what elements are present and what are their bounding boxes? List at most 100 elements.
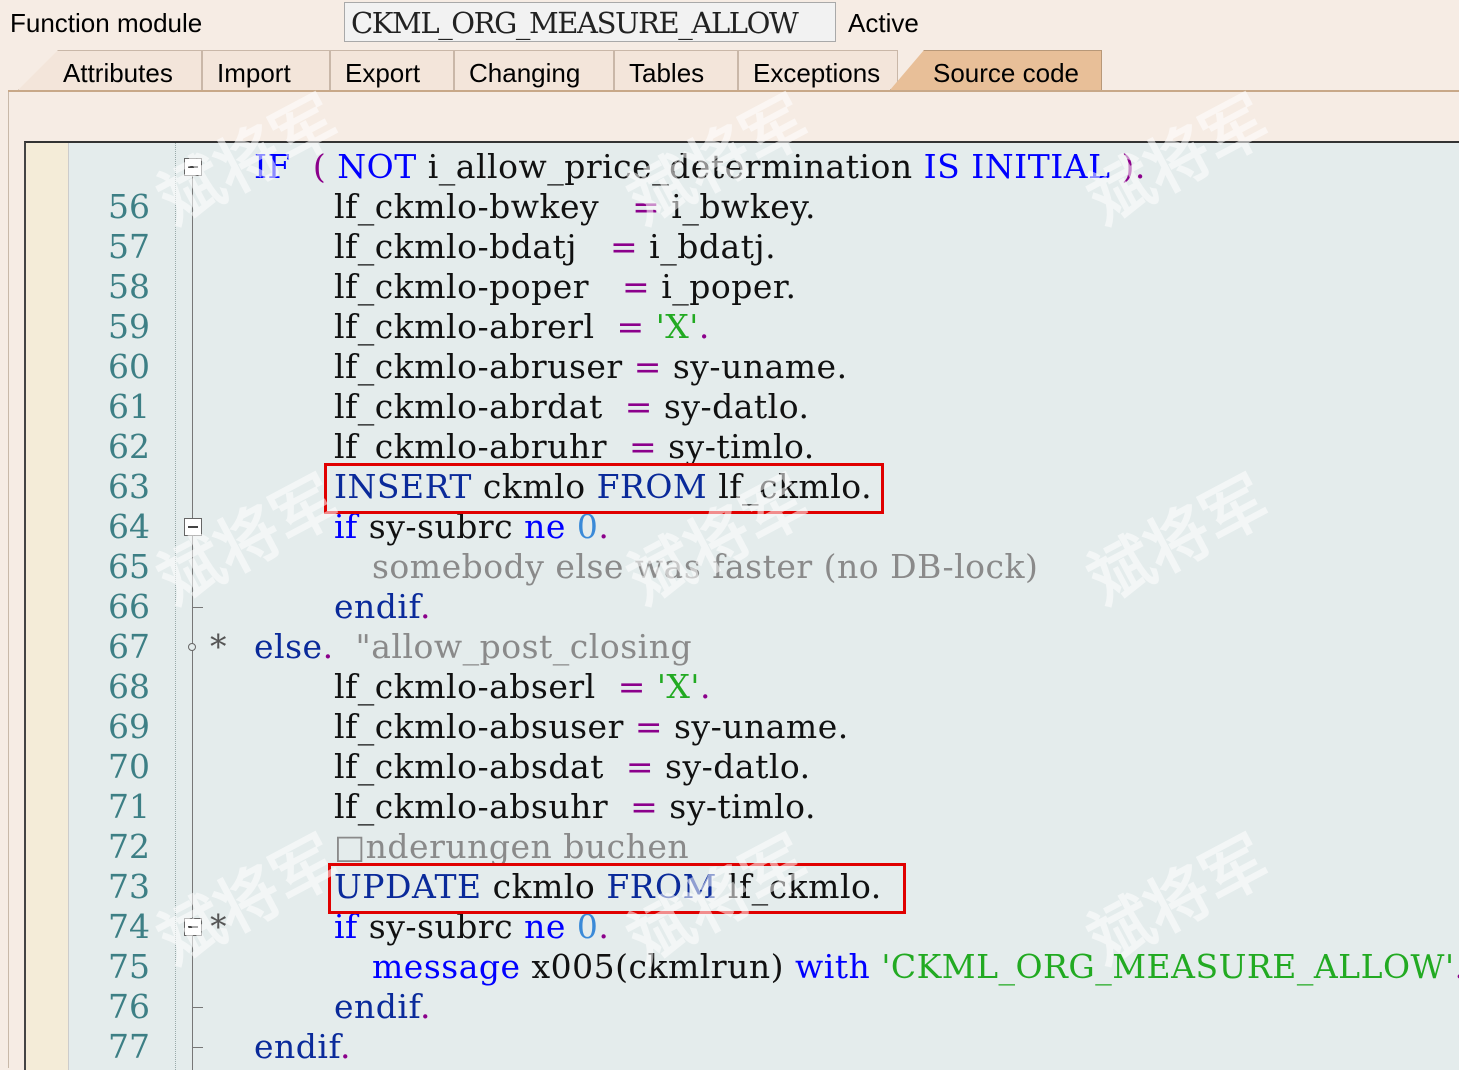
identifier-token: lf_ckmlo-poper (334, 267, 590, 306)
identifier-token: lf_ckmlo-abruser (334, 347, 623, 386)
operator-token: = (633, 347, 662, 386)
code-text: lf_ckmlo-absuhr = sy-timlo. (334, 787, 816, 827)
operator-token: = (628, 427, 658, 466)
operator-token: ). (1121, 147, 1146, 186)
identifier-token: lf_ckmlo-bwkey (334, 187, 600, 226)
keyword-token: IS (923, 147, 961, 186)
tab-source-code[interactable]: Source code (890, 50, 1102, 90)
code-line: 58 lf_ckmlo-bdatj = i_bdatj. (26, 227, 1459, 306)
code-line: 61 lf_ckmlo-abruser = sy-uname. (26, 347, 1459, 426)
code-text: endif. (254, 1027, 351, 1067)
identifier-token: sy-datlo. (663, 387, 810, 426)
code-line: 60 lf_ckmlo-abrerl = 'X'. (26, 307, 1459, 386)
tab-label: Exceptions (753, 58, 881, 88)
identifier-token: lf_ckmlo-absdat (334, 747, 604, 786)
code-text: else. "allow_post_closing (254, 627, 692, 667)
keyword-token: endif (334, 987, 420, 1026)
tab-label: Import (217, 58, 291, 88)
keyword-token: NOT (337, 147, 417, 186)
fold-branch-icon (188, 643, 196, 651)
identifier-token: i_bwkey. (671, 187, 816, 226)
operator-token: . (420, 587, 431, 626)
code-line: 76 message x005(ckmlrun) with 'CKML_ORG_… (26, 947, 1459, 1026)
comment-text: somebody else was faster (no DB-lock) (372, 547, 1039, 586)
code-line: 69 lf_ckmlo-abserl = 'X'. (26, 667, 1459, 746)
function-module-name-field[interactable]: CKML_ORG_MEASURE_ALLOW (344, 2, 836, 42)
code-line: 68 else. "allow_post_closing (26, 627, 1459, 706)
fold-toggle-icon[interactable] (184, 918, 202, 936)
operator-token: . (322, 627, 334, 666)
tab-tables[interactable]: Tables (614, 50, 738, 90)
code-text: lf_ckmlo-absuser = sy-uname. (334, 707, 849, 747)
identifier-token: sy-datlo. (665, 747, 811, 786)
code-text: endif. (334, 987, 431, 1027)
code-text: lf_ckmlo-abruser = sy-uname. (334, 347, 848, 387)
operator-token: . (340, 1027, 351, 1066)
operator-token: . (699, 667, 711, 706)
code-text: lf_ckmlo-bwkey = i_bwkey. (334, 187, 816, 227)
code-line: 77 endif. (26, 987, 1459, 1066)
identifier-token: lf_ckmlo-absuser (334, 707, 624, 746)
fold-end-tick (193, 607, 203, 608)
code-text: endif. (334, 587, 431, 627)
operator-token: = (616, 307, 645, 346)
code-text: lf_ckmlo-abrdat = sy-datlo. (334, 387, 810, 427)
tab-label: Tables (629, 58, 705, 88)
identifier-token: lf_ckmlo-abrdat (334, 387, 603, 426)
tab-import[interactable]: Import (202, 50, 330, 90)
operator-token: = (617, 667, 646, 706)
identifier-token: sy-timlo. (668, 427, 815, 466)
identifier-token: lf_ckmlo-abrerl (334, 307, 595, 346)
string-literal: 'CKML_ORG_MEASURE_ALLOW' (881, 947, 1455, 986)
code-line: 78 endif. (26, 1027, 1459, 1070)
comment-text: "allow_post_closing (355, 627, 693, 666)
tab-strip: Attributes Import Export Changing Tables… (0, 48, 1459, 92)
identifier-token: i_poper. (661, 267, 797, 306)
source-code-editor[interactable]: 56 IF ( NOT i_allow_price_determination … (24, 141, 1459, 1070)
tab-exceptions[interactable]: Exceptions (738, 50, 898, 90)
header: Function module CKML_ORG_MEASURE_ALLOW A… (0, 0, 1459, 48)
identifier-token: sy-timlo. (669, 787, 816, 826)
operator-token: = (610, 227, 639, 266)
identifier-token: sy-uname. (672, 347, 848, 386)
code-text: lf_ckmlo-abserl = 'X'. (334, 667, 711, 707)
code-line: 71 lf_ckmlo-absdat = sy-datlo. (26, 747, 1459, 826)
fold-toggle-icon[interactable] (184, 518, 202, 536)
keyword-token: endif (254, 1027, 340, 1066)
code-text: lf_ckmlo-abruhr = sy-timlo. (334, 427, 815, 467)
string-literal: 'X' (656, 667, 700, 706)
tab-label: Source code (933, 58, 1079, 88)
keyword-token: with (794, 947, 871, 986)
operator-token: . (1455, 947, 1459, 986)
keyword-token: endif (334, 587, 420, 626)
highlight-insert-box (324, 463, 884, 514)
operator-token: ( (312, 147, 327, 186)
code-text: lf_ckmlo-poper = i_poper. (334, 267, 797, 307)
identifier-token: lf_ckmlo-abserl (334, 667, 596, 706)
keyword-token: IF (254, 147, 291, 186)
comment-text: □nderungen buchen (334, 827, 690, 866)
tab-changing[interactable]: Changing (454, 50, 614, 90)
identifier-token: sy-uname. (674, 707, 849, 746)
operator-token: = (630, 787, 659, 826)
identifier-token: i_bdatj. (649, 227, 777, 266)
operator-token: . (420, 987, 431, 1026)
code-text: lf_ckmlo-absdat = sy-datlo. (334, 747, 811, 787)
identifier-token: i_allow_price_determination (427, 147, 913, 186)
code-line: 73 * □nderungen buchen (26, 827, 1459, 946)
code-text: message x005(ckmlrun) with 'CKML_ORG_MEA… (372, 947, 1459, 987)
operator-token: = (625, 747, 655, 786)
code-line: 56 IF ( NOT i_allow_price_determination … (26, 147, 1459, 226)
keyword-token: message (372, 947, 521, 986)
operator-token: . (698, 307, 710, 346)
tab-label: Changing (469, 58, 581, 88)
tab-export[interactable]: Export (330, 50, 454, 90)
code-line: 62 lf_ckmlo-abrdat = sy-datlo. (26, 387, 1459, 466)
code-text: IF ( NOT i_allow_price_determination IS … (254, 147, 1146, 187)
code-text: lf_ckmlo-bdatj = i_bdatj. (334, 227, 776, 267)
code-line: 57 lf_ckmlo-bwkey = i_bwkey. (26, 187, 1459, 266)
fold-toggle-icon[interactable] (184, 158, 202, 176)
tab-attributes[interactable]: Attributes (18, 50, 202, 90)
highlight-update-box (328, 863, 906, 914)
string-literal: 'X' (655, 307, 699, 346)
